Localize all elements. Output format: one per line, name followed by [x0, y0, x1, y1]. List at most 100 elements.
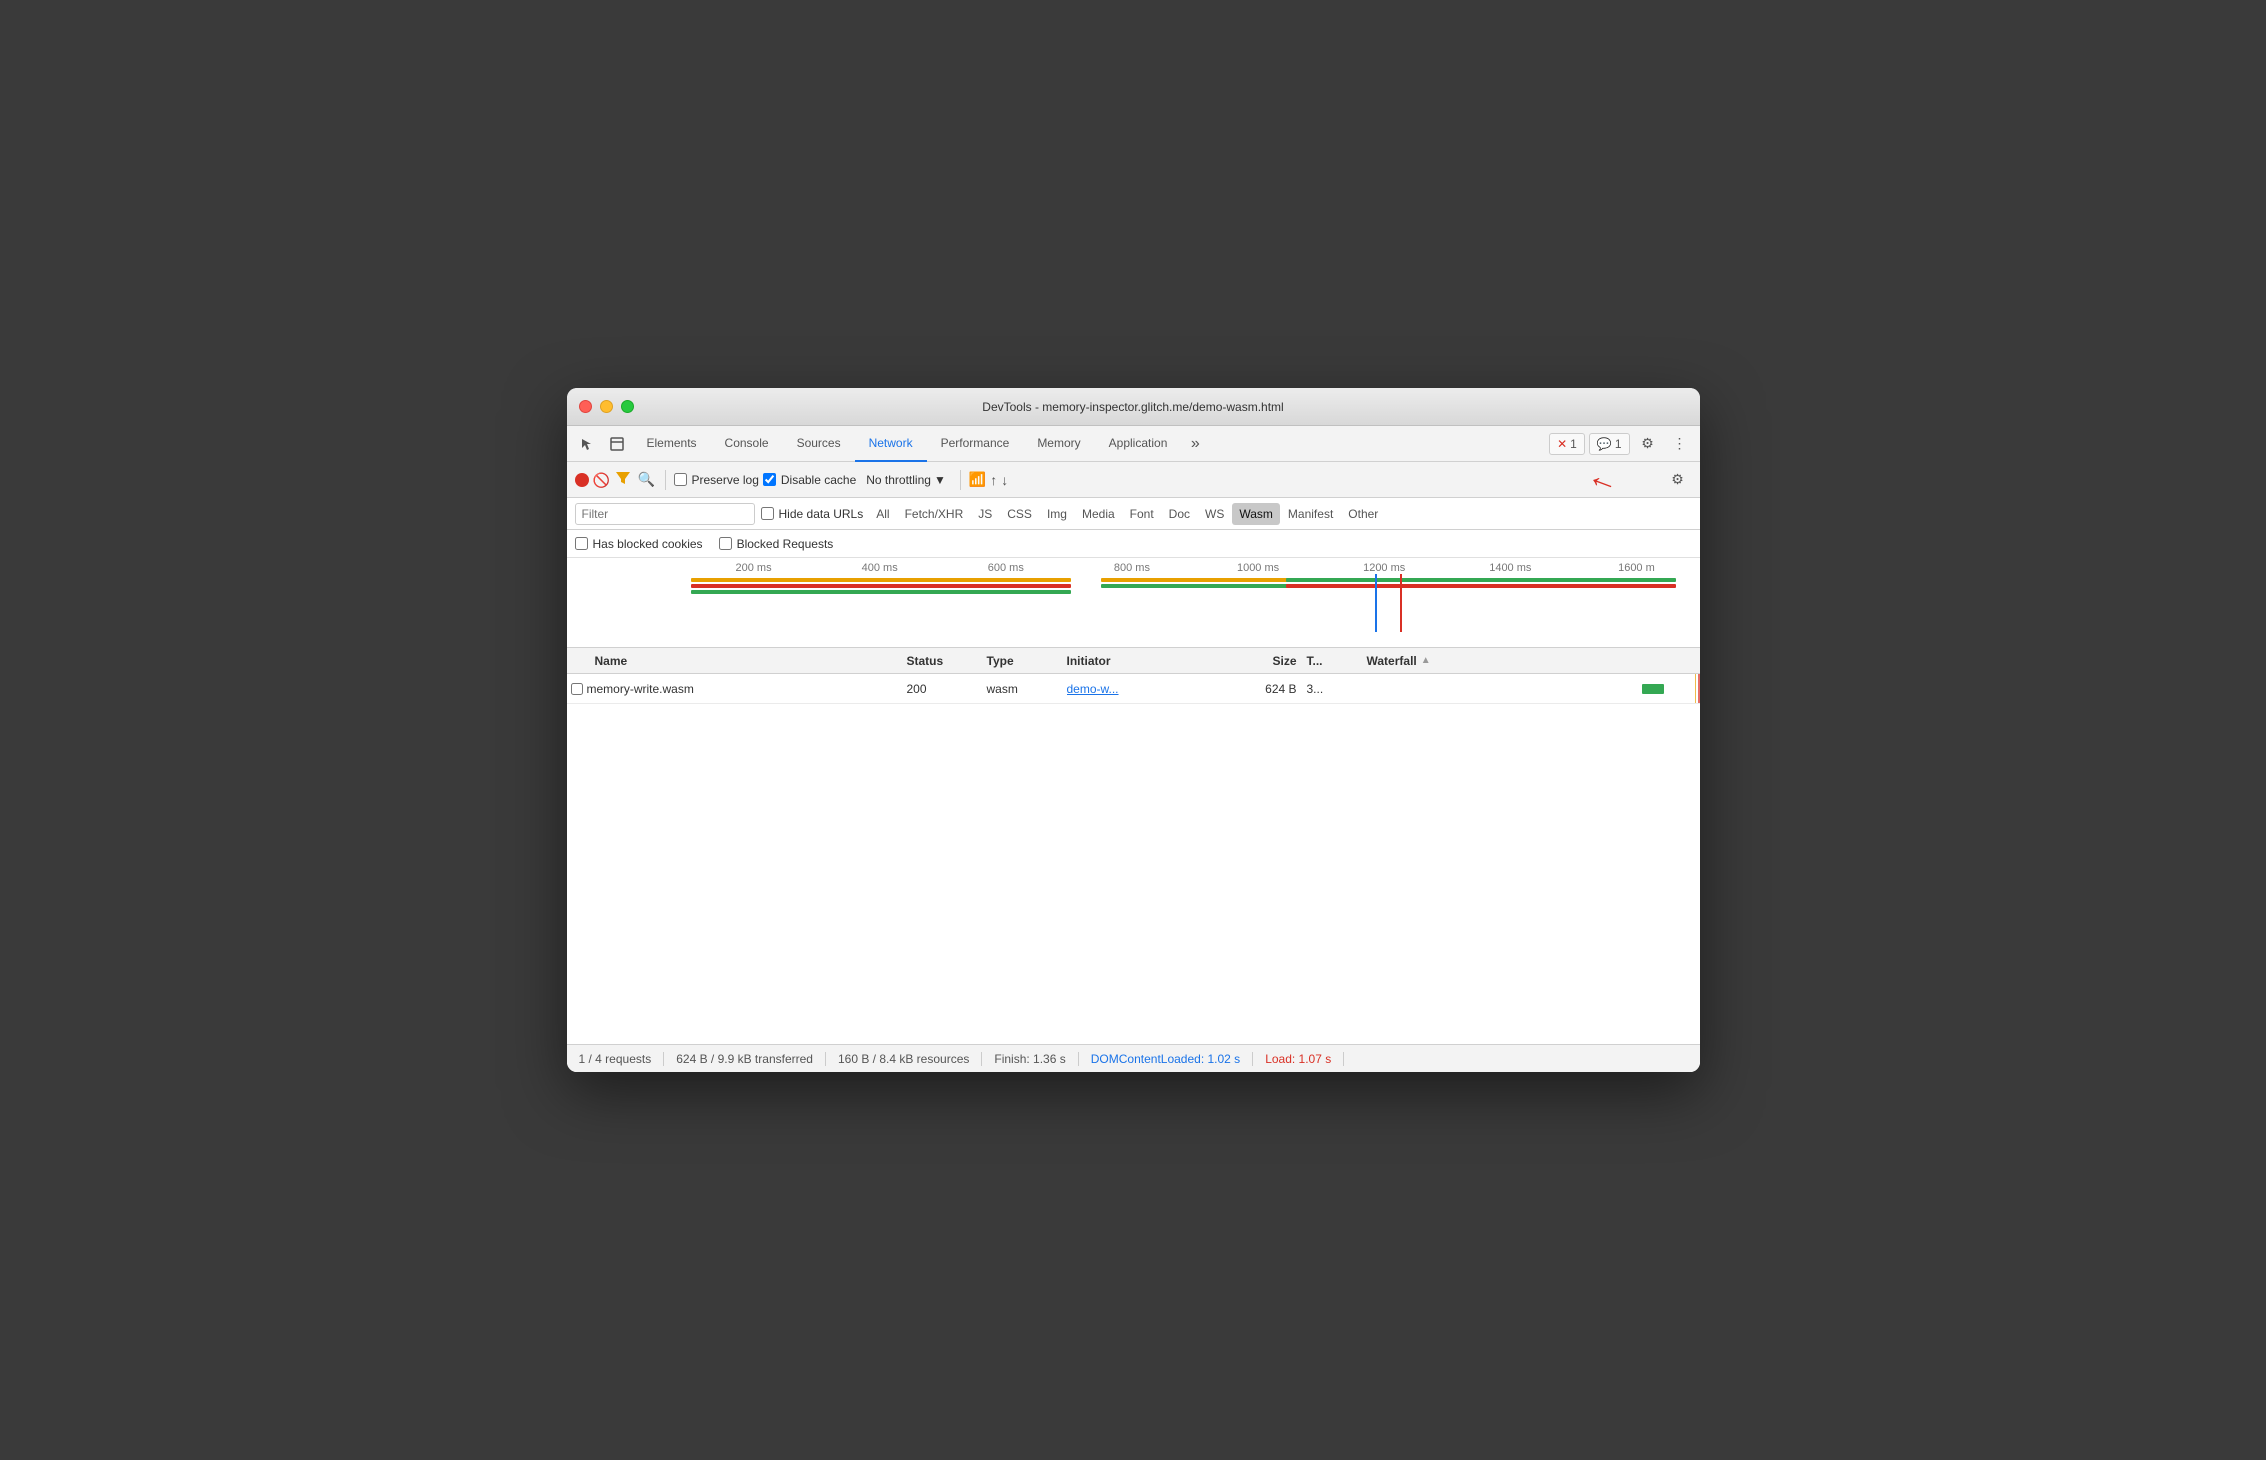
- waterfall-orange-line: [1695, 674, 1696, 703]
- tab-network[interactable]: Network: [855, 426, 927, 462]
- tab-elements[interactable]: Elements: [633, 426, 711, 462]
- tab-console[interactable]: Console: [711, 426, 783, 462]
- timeline-label-800: 800 ms: [1069, 562, 1195, 574]
- more-options-btn[interactable]: ⋮: [1666, 430, 1694, 458]
- col-size-header[interactable]: Size: [1187, 654, 1307, 668]
- timeline-label-1400: 1400 ms: [1447, 562, 1573, 574]
- col-waterfall-header[interactable]: Waterfall ▲: [1367, 654, 1700, 668]
- warnings-badge-btn[interactable]: 💬 1: [1589, 433, 1630, 455]
- throttle-dropdown-icon: ▼: [934, 473, 946, 487]
- filter-fetch-xhr[interactable]: Fetch/XHR: [898, 503, 971, 525]
- transferred-status: 624 B / 9.9 kB transferred: [664, 1052, 826, 1066]
- tab-performance[interactable]: Performance: [927, 426, 1024, 462]
- settings-btn[interactable]: ⚙: [1634, 430, 1662, 458]
- tab-sources[interactable]: Sources: [783, 426, 855, 462]
- more-tabs-btn[interactable]: »: [1181, 430, 1209, 458]
- wifi-icon: 📶: [969, 471, 986, 488]
- close-button[interactable]: [579, 400, 592, 413]
- filter-ws[interactable]: WS: [1198, 503, 1231, 525]
- row-name: memory-write.wasm: [587, 682, 907, 696]
- disable-cache-label[interactable]: Disable cache: [763, 473, 856, 487]
- tab-memory[interactable]: Memory: [1023, 426, 1094, 462]
- errors-count: 1: [1570, 437, 1577, 451]
- filter-wasm[interactable]: Wasm: [1232, 503, 1280, 525]
- row-size: 624 B: [1187, 682, 1307, 696]
- checkbox-row: Has blocked cookies Blocked Requests: [567, 530, 1700, 558]
- cursor-icon: [580, 437, 594, 451]
- requests-status: 1 / 4 requests: [579, 1052, 665, 1066]
- filter-bar: Hide data URLs All Fetch/XHR JS CSS Img …: [567, 498, 1700, 530]
- col-time-header[interactable]: T...: [1307, 654, 1367, 668]
- blocked-requests-checkbox[interactable]: [719, 537, 732, 550]
- row-status: 200: [907, 682, 987, 696]
- filter-icon: [615, 470, 631, 486]
- filter-input[interactable]: [575, 503, 755, 525]
- col-status-header[interactable]: Status: [907, 654, 987, 668]
- filter-media[interactable]: Media: [1075, 503, 1122, 525]
- clear-btn[interactable]: 🚫: [593, 472, 609, 488]
- has-blocked-cookies-checkbox[interactable]: [575, 537, 588, 550]
- row-time: 3...: [1307, 682, 1367, 696]
- filter-type-btns: All Fetch/XHR JS CSS Img Media Font Doc …: [869, 503, 1691, 525]
- maximize-button[interactable]: [621, 400, 634, 413]
- row-select-checkbox[interactable]: [571, 683, 583, 695]
- finish-status: Finish: 1.36 s: [982, 1052, 1078, 1066]
- disable-cache-checkbox[interactable]: [763, 473, 776, 486]
- row-type: wasm: [987, 682, 1067, 696]
- has-blocked-cookies-label[interactable]: Has blocked cookies: [575, 537, 703, 551]
- separator-2: [960, 470, 961, 490]
- upload-icon: ↑: [990, 472, 997, 488]
- sort-arrow-icon: ▲: [1421, 655, 1431, 666]
- timeline-svg: [691, 574, 1700, 632]
- dom-content-loaded-status: DOMContentLoaded: 1.02 s: [1079, 1052, 1253, 1066]
- titlebar: DevTools - memory-inspector.glitch.me/de…: [567, 388, 1700, 426]
- blocked-requests-label[interactable]: Blocked Requests: [719, 537, 834, 551]
- waterfall-red-line: [1698, 674, 1700, 703]
- filter-img[interactable]: Img: [1040, 503, 1074, 525]
- filter-css[interactable]: CSS: [1000, 503, 1039, 525]
- col-initiator-header[interactable]: Initiator: [1067, 654, 1187, 668]
- search-btn[interactable]: 🔍: [637, 470, 657, 490]
- filter-btn[interactable]: [613, 470, 633, 490]
- filter-other[interactable]: Other: [1341, 503, 1385, 525]
- tab-application[interactable]: Application: [1095, 426, 1182, 462]
- separator-1: [665, 470, 666, 490]
- red-arrow-annotation: ←: [1582, 455, 1625, 501]
- filter-manifest[interactable]: Manifest: [1281, 503, 1340, 525]
- timeline-chart: [571, 574, 1700, 632]
- table-empty-area: [567, 704, 1700, 1044]
- network-toolbar: 🚫 🔍 Preserve log Disable cache No thrott…: [567, 462, 1700, 498]
- row-checkbox[interactable]: [567, 683, 587, 695]
- download-icon: ↓: [1001, 472, 1008, 488]
- col-name-header[interactable]: Name: [567, 654, 907, 668]
- warnings-count: 1: [1615, 437, 1622, 451]
- dock-icon-btn[interactable]: [603, 430, 631, 458]
- hide-data-urls-label[interactable]: Hide data URLs: [761, 507, 864, 521]
- row-waterfall: [1367, 674, 1700, 703]
- traffic-lights: [579, 400, 634, 413]
- preserve-log-checkbox[interactable]: [674, 473, 687, 486]
- errors-badge-btn[interactable]: ✕ 1: [1549, 433, 1585, 455]
- tab-bar: Elements Console Sources Network Perform…: [633, 426, 1548, 462]
- top-toolbar: Elements Console Sources Network Perform…: [567, 426, 1700, 462]
- filter-all[interactable]: All: [869, 503, 896, 525]
- timeline-label-600: 600 ms: [943, 562, 1069, 574]
- col-type-header[interactable]: Type: [987, 654, 1067, 668]
- status-bar: 1 / 4 requests 624 B / 9.9 kB transferre…: [567, 1044, 1700, 1072]
- row-initiator[interactable]: demo-w...: [1067, 682, 1187, 696]
- minimize-button[interactable]: [600, 400, 613, 413]
- table-row[interactable]: memory-write.wasm 200 wasm demo-w... 624…: [567, 674, 1700, 704]
- filter-doc[interactable]: Doc: [1162, 503, 1197, 525]
- filter-font[interactable]: Font: [1123, 503, 1161, 525]
- network-settings-btn[interactable]: ⚙: [1664, 466, 1692, 494]
- table-header: Name Status Type Initiator Size T...: [567, 648, 1700, 674]
- filter-js[interactable]: JS: [971, 503, 999, 525]
- hide-data-urls-checkbox[interactable]: [761, 507, 774, 520]
- dock-icon: [610, 437, 624, 451]
- chat-icon: 💬: [1597, 437, 1612, 451]
- throttling-select[interactable]: No throttling ▼: [860, 471, 952, 489]
- cursor-icon-btn[interactable]: [573, 430, 601, 458]
- record-btn[interactable]: [575, 473, 589, 487]
- preserve-log-label[interactable]: Preserve log: [674, 473, 759, 487]
- timeline-label-1000: 1000 ms: [1195, 562, 1321, 574]
